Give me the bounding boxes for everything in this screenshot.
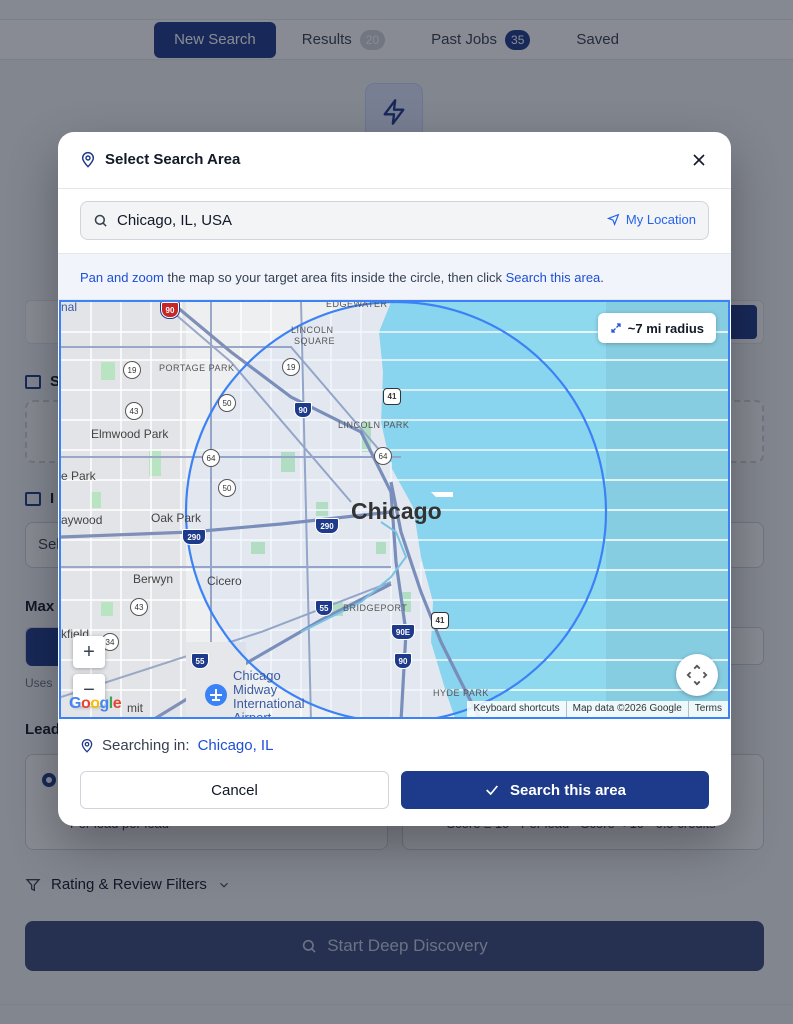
- map-canvas[interactable]: nal EDGEWATER LINCOLN SQUARE PORTAGE PAR…: [59, 300, 730, 719]
- check-icon: [486, 785, 499, 796]
- instruction-banner: Pan and zoom the map so your target area…: [58, 253, 731, 300]
- select-search-area-modal: Select Search Area My Location Pan and z…: [58, 132, 731, 826]
- searching-in-row: Searching in: Chicago, IL: [80, 737, 273, 754]
- location-search-box: My Location: [80, 201, 709, 240]
- move-arrows-icon: [686, 664, 708, 686]
- hint-action: Search this area: [505, 270, 601, 285]
- hint-text: the map so your target area fits inside …: [163, 270, 506, 285]
- hint-pan: Pan and zoom: [80, 270, 164, 285]
- modal-title: Select Search Area: [105, 151, 241, 168]
- hint-end: .: [600, 270, 604, 285]
- search-area-label: Search this area: [510, 781, 626, 799]
- my-location-label: My Location: [625, 212, 696, 227]
- close-button[interactable]: [689, 150, 709, 170]
- terms-link[interactable]: Terms: [687, 701, 728, 717]
- search-this-area-button[interactable]: Search this area: [401, 771, 709, 809]
- location-search-input[interactable]: [117, 202, 587, 239]
- searching-label: Searching in:: [102, 737, 190, 754]
- cancel-label: Cancel: [211, 781, 258, 799]
- map-attribution: Keyboard shortcuts Map data ©2026 Google…: [467, 701, 728, 717]
- searching-city: Chicago, IL: [197, 737, 274, 754]
- google-logo: Google: [69, 695, 122, 712]
- map-pin-icon: [81, 738, 93, 753]
- cancel-button[interactable]: Cancel: [80, 771, 389, 809]
- modal-header: Select Search Area: [58, 132, 731, 189]
- keyboard-shortcuts-link[interactable]: Keyboard shortcuts: [467, 701, 565, 717]
- my-location-button[interactable]: My Location: [606, 212, 696, 227]
- radius-text: ~7 mi radius: [627, 320, 704, 336]
- map-data-text: Map data ©2026 Google: [565, 701, 688, 717]
- camera-control-button[interactable]: [676, 654, 718, 696]
- expand-arrows-icon: [611, 323, 621, 333]
- zoom-in-button[interactable]: +: [73, 636, 105, 668]
- map-pin-icon: [81, 152, 95, 168]
- close-icon: [693, 154, 705, 166]
- radius-badge: ~7 mi radius: [597, 313, 716, 343]
- search-icon: [94, 214, 107, 227]
- navigation-arrow-icon: [606, 213, 620, 226]
